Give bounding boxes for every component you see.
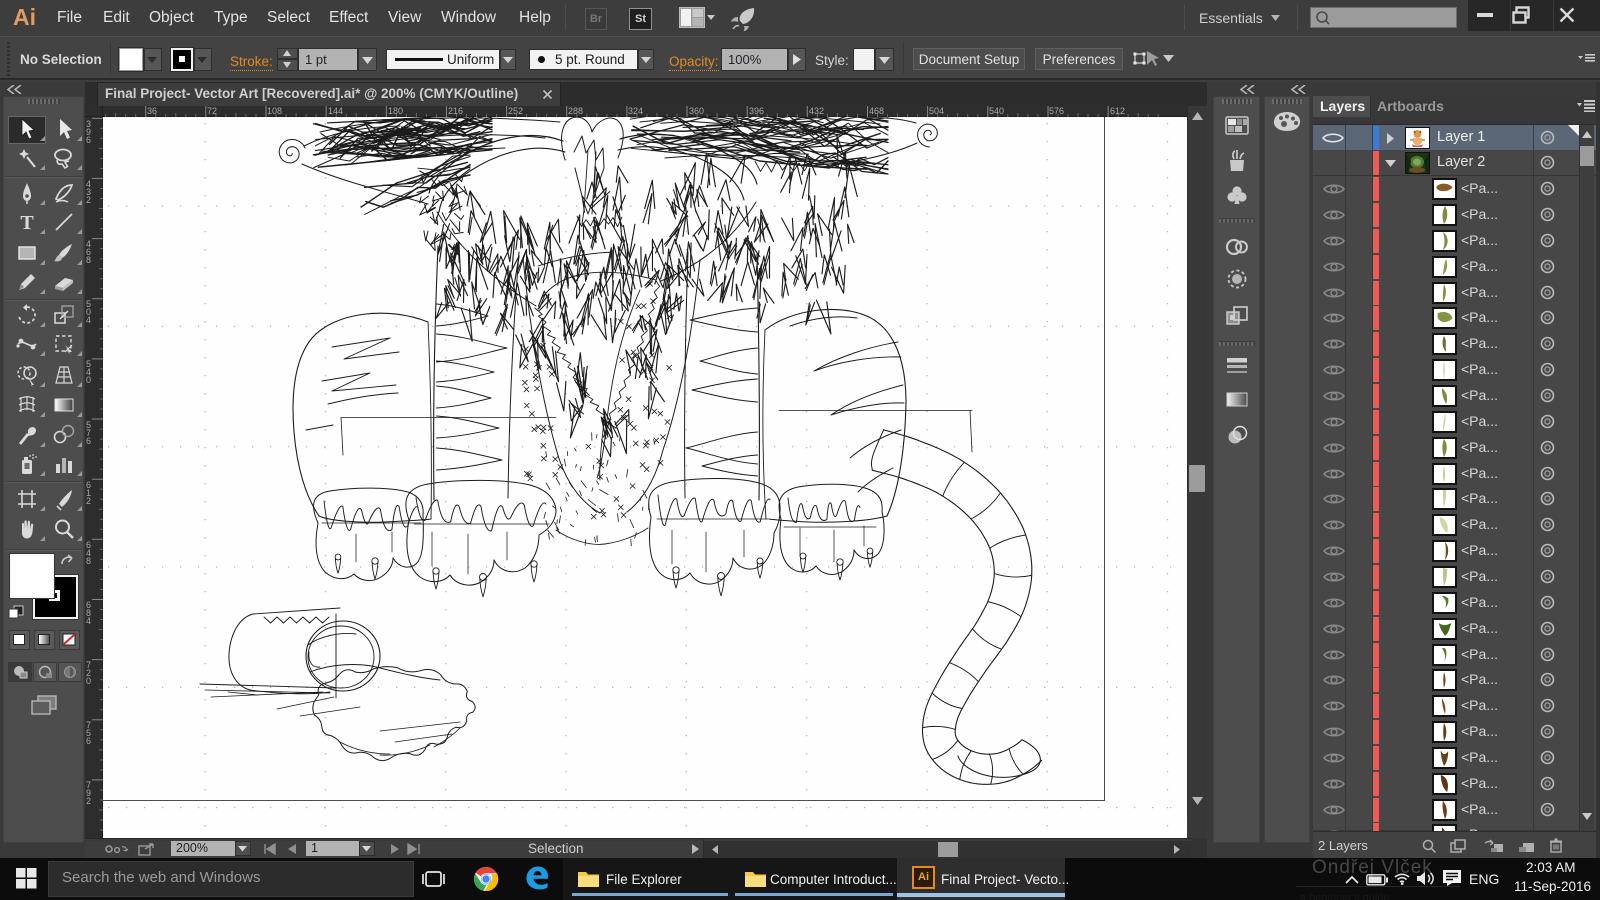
- svg-text:8: 8: [86, 556, 91, 566]
- svg-text:504: 504: [929, 106, 944, 116]
- svg-text:2: 2: [86, 195, 91, 205]
- svg-text:2: 2: [86, 496, 91, 506]
- svg-text:0: 0: [86, 676, 91, 686]
- svg-text:T: T: [20, 212, 34, 234]
- svg-text:468: 468: [869, 106, 884, 116]
- svg-text:4: 4: [86, 616, 91, 626]
- svg-text:108: 108: [267, 106, 282, 116]
- svg-text:252: 252: [508, 106, 523, 116]
- svg-text:6: 6: [86, 736, 91, 746]
- svg-text:396: 396: [749, 106, 764, 116]
- svg-text:576: 576: [1049, 106, 1064, 116]
- svg-text:360: 360: [689, 106, 704, 116]
- svg-text:6: 6: [86, 436, 91, 446]
- svg-text:540: 540: [989, 106, 1004, 116]
- svg-text:324: 324: [628, 106, 643, 116]
- svg-text:6: 6: [86, 135, 91, 145]
- svg-text:216: 216: [448, 106, 463, 116]
- svg-text:0: 0: [86, 375, 91, 385]
- svg-text:288: 288: [568, 106, 583, 116]
- svg-text:612: 612: [1110, 106, 1125, 116]
- svg-text:8: 8: [86, 255, 91, 265]
- svg-text:180: 180: [388, 106, 403, 116]
- svg-text:4: 4: [86, 315, 91, 325]
- svg-text:2: 2: [86, 796, 91, 806]
- svg-text:144: 144: [328, 106, 343, 116]
- svg-text:432: 432: [809, 106, 824, 116]
